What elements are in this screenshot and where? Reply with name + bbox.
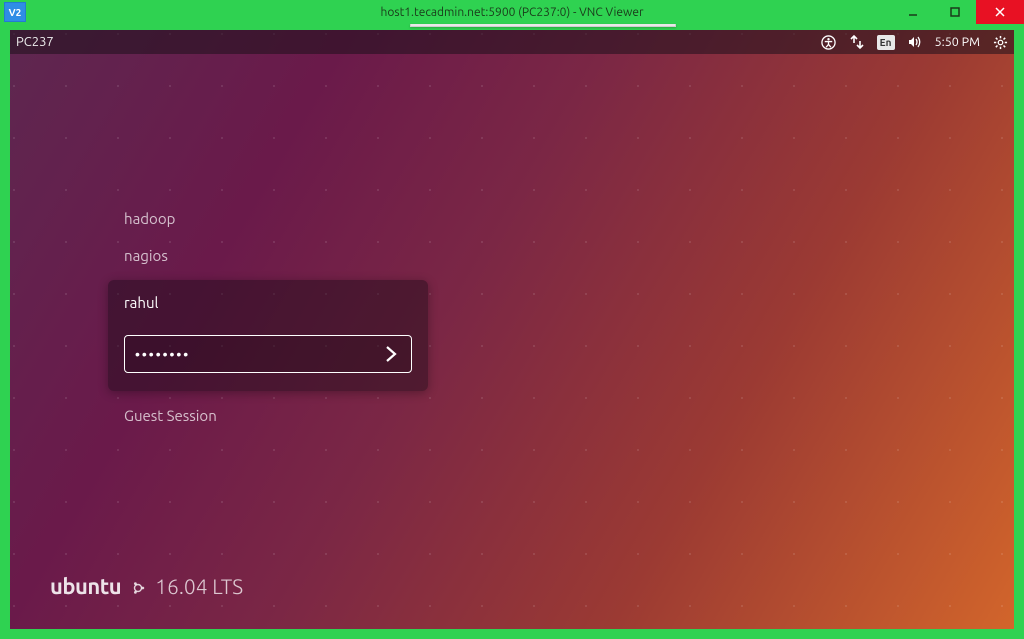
selected-user-card: rahul — [108, 280, 428, 391]
window-title: host1.tecadmin.net:5900 (PC237:0) - VNC … — [0, 6, 1024, 19]
accessibility-icon[interactable] — [821, 34, 837, 50]
keyboard-layout-indicator[interactable]: En — [877, 35, 895, 50]
vnc-toolbar-handle[interactable] — [410, 24, 676, 27]
user-option-nagios[interactable]: nagios — [108, 237, 428, 274]
system-tray: En 5:50 PM — [821, 30, 1008, 54]
brand-version: 16.04 LTS — [155, 574, 243, 598]
chevron-right-icon — [381, 344, 401, 364]
clock[interactable]: 5:50 PM — [935, 35, 980, 49]
maximize-button[interactable] — [934, 0, 976, 24]
password-field-wrapper — [124, 335, 412, 373]
login-panel: hadoop nagios rahul Guest Session — [108, 200, 428, 434]
maximize-icon — [950, 7, 960, 17]
close-icon — [995, 7, 1005, 17]
user-option-hadoop[interactable]: hadoop — [108, 200, 428, 237]
minimize-button[interactable] — [892, 0, 934, 24]
brand-name: ubuntu — [50, 574, 121, 599]
user-option-guest[interactable]: Guest Session — [108, 397, 428, 434]
volume-icon[interactable] — [907, 34, 923, 50]
selected-username: rahul — [124, 294, 412, 311]
window-controls — [892, 0, 1024, 24]
minimize-icon — [908, 7, 918, 17]
network-icon[interactable] — [849, 34, 865, 50]
ubuntu-menubar: PC237 En 5:50 PM — [10, 30, 1014, 54]
ubuntu-logo-icon — [131, 574, 145, 588]
ubuntu-branding: ubuntu 16.04 LTS — [50, 574, 243, 599]
hostname-label: PC237 — [16, 35, 54, 49]
password-input[interactable] — [135, 346, 377, 362]
login-submit-button[interactable] — [377, 340, 405, 368]
remote-desktop-area: PC237 En 5:50 PM hadoop nagios — [10, 30, 1014, 629]
settings-gear-icon[interactable] — [992, 34, 1008, 50]
vnc-titlebar: V2 host1.tecadmin.net:5900 (PC237:0) - V… — [0, 0, 1024, 24]
close-button[interactable] — [976, 0, 1024, 24]
